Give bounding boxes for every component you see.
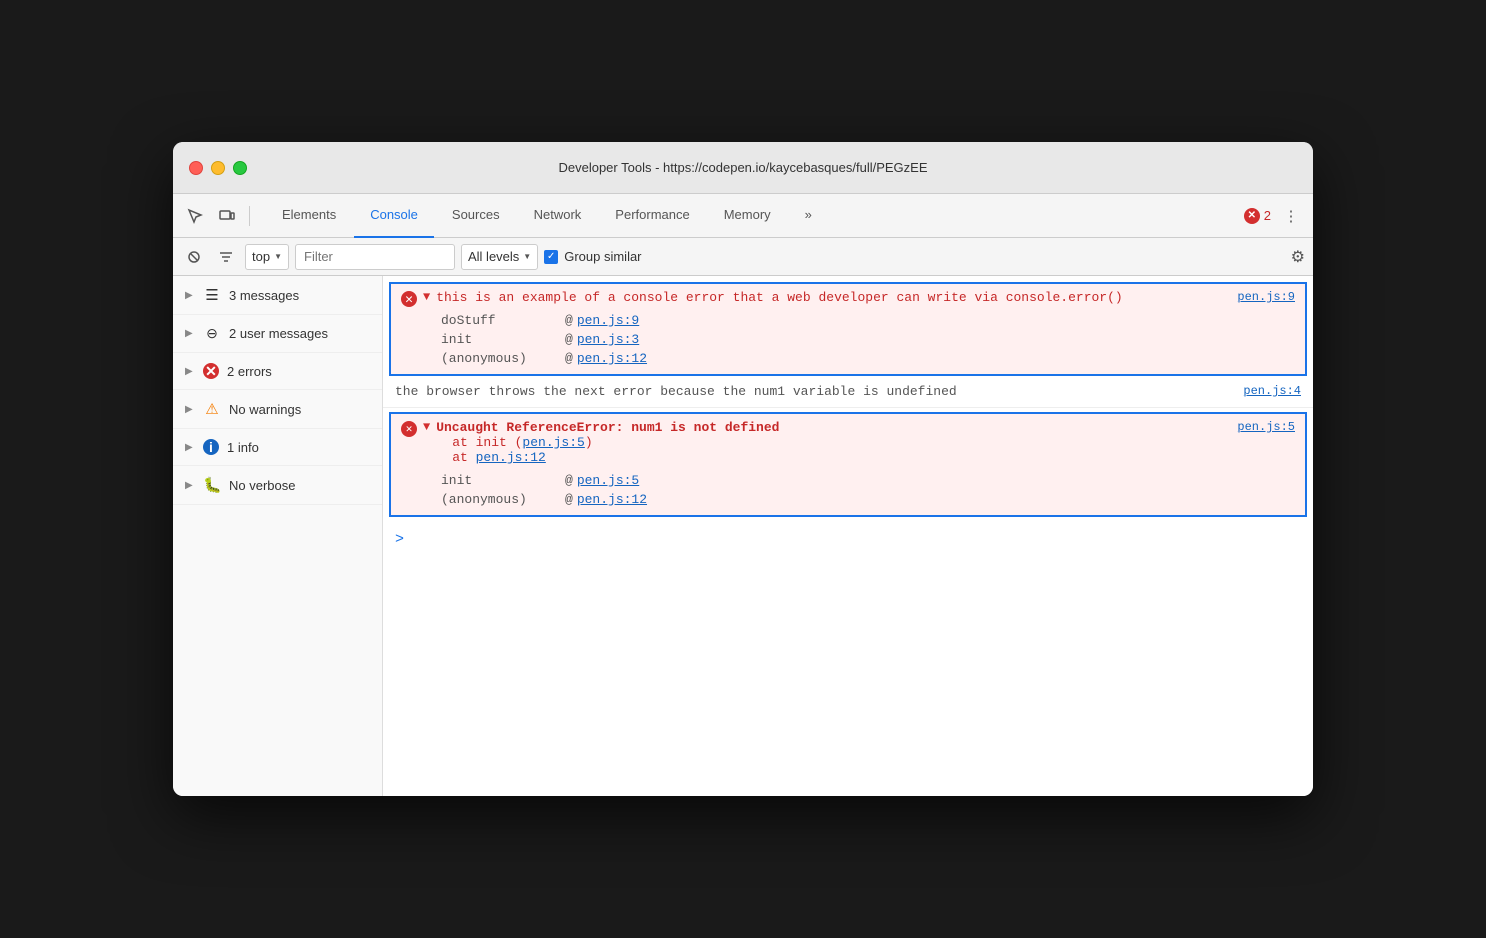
minimize-button[interactable]	[211, 161, 225, 175]
close-button[interactable]	[189, 161, 203, 175]
stack-line-1: doStuff @ pen.js:9	[401, 311, 1295, 330]
tab-network[interactable]: Network	[518, 194, 598, 238]
file-ref-1[interactable]: pen.js:9	[1237, 290, 1295, 304]
stack-trace-1: doStuff @ pen.js:9 init @ pen.js:3 (anon…	[401, 311, 1295, 368]
sidebar: ▶ ☰ 3 messages ▶ ⊖ 2 user messages ▶ ✕ 2…	[173, 276, 383, 796]
user-icon: ⊖	[203, 325, 221, 342]
tab-elements[interactable]: Elements	[266, 194, 352, 238]
tabs-container: Elements Console Sources Network Perform…	[258, 194, 836, 238]
inline-link-2[interactable]: pen.js:12	[476, 450, 546, 465]
sidebar-item-errors[interactable]: ▶ ✕ 2 errors	[173, 353, 382, 390]
filter-input[interactable]	[295, 244, 455, 270]
stack-file-link-5[interactable]: pen.js:12	[577, 492, 647, 507]
sidebar-item-messages[interactable]: ▶ ☰ 3 messages	[173, 276, 382, 315]
file-ref-info[interactable]: pen.js:4	[1243, 384, 1301, 398]
info-label: 1 info	[227, 440, 259, 455]
tab-sources[interactable]: Sources	[436, 194, 516, 238]
errors-label: 2 errors	[227, 364, 272, 379]
traffic-lights	[189, 161, 247, 175]
stack-line-5: (anonymous) @ pen.js:12	[401, 490, 1295, 509]
maximize-button[interactable]	[233, 161, 247, 175]
verbose-label: No verbose	[229, 478, 295, 493]
tab-memory[interactable]: Memory	[708, 194, 787, 238]
stack-file-link-1[interactable]: pen.js:9	[577, 313, 639, 328]
window-title: Developer Tools - https://codepen.io/kay…	[558, 160, 927, 175]
context-selector[interactable]: top ▼	[245, 244, 289, 270]
error-icon: ✕	[203, 363, 219, 379]
stack-line-2: init @ pen.js:3	[401, 330, 1295, 349]
toolbar-right: ✕ 2 ⋮	[1244, 202, 1305, 230]
group-similar-container: ✓ Group similar	[544, 249, 641, 264]
entry-header-2: ✕ ▼ Uncaught ReferenceError: num1 is not…	[401, 420, 1295, 465]
stack-trace-2: init @ pen.js:5 (anonymous) @ pen.js:12	[401, 471, 1295, 509]
error-sub-text: at init (pen.js:5) at pen.js:12	[436, 435, 1231, 465]
stack-line-4: init @ pen.js:5	[401, 471, 1295, 490]
device-toggle-button[interactable]	[213, 202, 241, 230]
console-panel: ✕ ▼ this is an example of a console erro…	[383, 276, 1313, 796]
expand-icon: ▶	[185, 404, 195, 415]
tab-bar: Elements Console Sources Network Perform…	[173, 194, 1313, 238]
main-content: ▶ ☰ 3 messages ▶ ⊖ 2 user messages ▶ ✕ 2…	[173, 276, 1313, 796]
devtools-window: Developer Tools - https://codepen.io/kay…	[173, 142, 1313, 796]
console-entry-error-2: ✕ ▼ Uncaught ReferenceError: num1 is not…	[389, 412, 1307, 517]
tab-more[interactable]: »	[789, 194, 828, 238]
error-circle-icon-2: ✕	[401, 421, 417, 437]
error-message-2: Uncaught ReferenceError: num1 is not def…	[436, 420, 1231, 435]
sidebar-item-user-messages[interactable]: ▶ ⊖ 2 user messages	[173, 315, 382, 353]
console-prompt[interactable]: >	[383, 523, 1313, 556]
stack-line-3: (anonymous) @ pen.js:12	[401, 349, 1295, 368]
bug-icon: 🐛	[203, 476, 221, 494]
levels-dropdown-icon: ▼	[523, 252, 531, 261]
error-message-1: this is an example of a console error th…	[436, 290, 1231, 305]
console-entry-error-1: ✕ ▼ this is an example of a console erro…	[389, 282, 1307, 376]
stack-file-link-2[interactable]: pen.js:3	[577, 332, 639, 347]
error-circle-icon: ✕	[401, 291, 417, 307]
console-entry-info: the browser throws the next error becaus…	[383, 376, 1313, 408]
clear-console-button[interactable]	[181, 244, 207, 270]
divider	[249, 206, 250, 226]
error-badge: ✕ 2	[1244, 208, 1271, 224]
error-badge-icon: ✕	[1244, 208, 1260, 224]
tab-performance[interactable]: Performance	[599, 194, 705, 238]
user-messages-label: 2 user messages	[229, 326, 328, 341]
collapse-icon-2[interactable]: ▼	[423, 420, 430, 434]
filter-button[interactable]	[213, 244, 239, 270]
messages-icon: ☰	[203, 286, 221, 304]
inline-link-1[interactable]: pen.js:5	[522, 435, 584, 450]
more-options-button[interactable]: ⋮	[1277, 202, 1305, 230]
info-icon: i	[203, 439, 219, 455]
file-ref-2[interactable]: pen.js:5	[1237, 420, 1295, 434]
info-message: the browser throws the next error becaus…	[395, 384, 1237, 399]
expand-icon: ▶	[185, 480, 195, 491]
console-toolbar: top ▼ All levels ▼ ✓ Group similar ⚙	[173, 238, 1313, 276]
expand-icon: ▶	[185, 328, 195, 339]
expand-icon: ▶	[185, 442, 195, 453]
stack-file-link-3[interactable]: pen.js:12	[577, 351, 647, 366]
group-similar-checkbox[interactable]: ✓	[544, 250, 558, 264]
levels-selector[interactable]: All levels ▼	[461, 244, 538, 270]
entry-header: ✕ ▼ this is an example of a console erro…	[401, 290, 1295, 307]
error-text-block: Uncaught ReferenceError: num1 is not def…	[436, 420, 1231, 465]
expand-icon: ▶	[185, 290, 195, 301]
collapse-icon[interactable]: ▼	[423, 290, 430, 304]
messages-label: 3 messages	[229, 288, 299, 303]
sidebar-item-verbose[interactable]: ▶ 🐛 No verbose	[173, 466, 382, 505]
expand-icon: ▶	[185, 366, 195, 377]
title-bar: Developer Tools - https://codepen.io/kay…	[173, 142, 1313, 194]
sidebar-item-info[interactable]: ▶ i 1 info	[173, 429, 382, 466]
sidebar-item-warnings[interactable]: ▶ ⚠ No warnings	[173, 390, 382, 429]
settings-icon[interactable]: ⚙	[1291, 247, 1305, 267]
dropdown-arrow-icon: ▼	[274, 252, 282, 261]
stack-file-link-4[interactable]: pen.js:5	[577, 473, 639, 488]
group-similar-label: Group similar	[564, 249, 641, 264]
error-count: 2	[1264, 208, 1271, 223]
warning-icon: ⚠	[203, 400, 221, 418]
warnings-label: No warnings	[229, 402, 301, 417]
tab-console[interactable]: Console	[354, 194, 434, 238]
inspect-element-button[interactable]	[181, 202, 209, 230]
